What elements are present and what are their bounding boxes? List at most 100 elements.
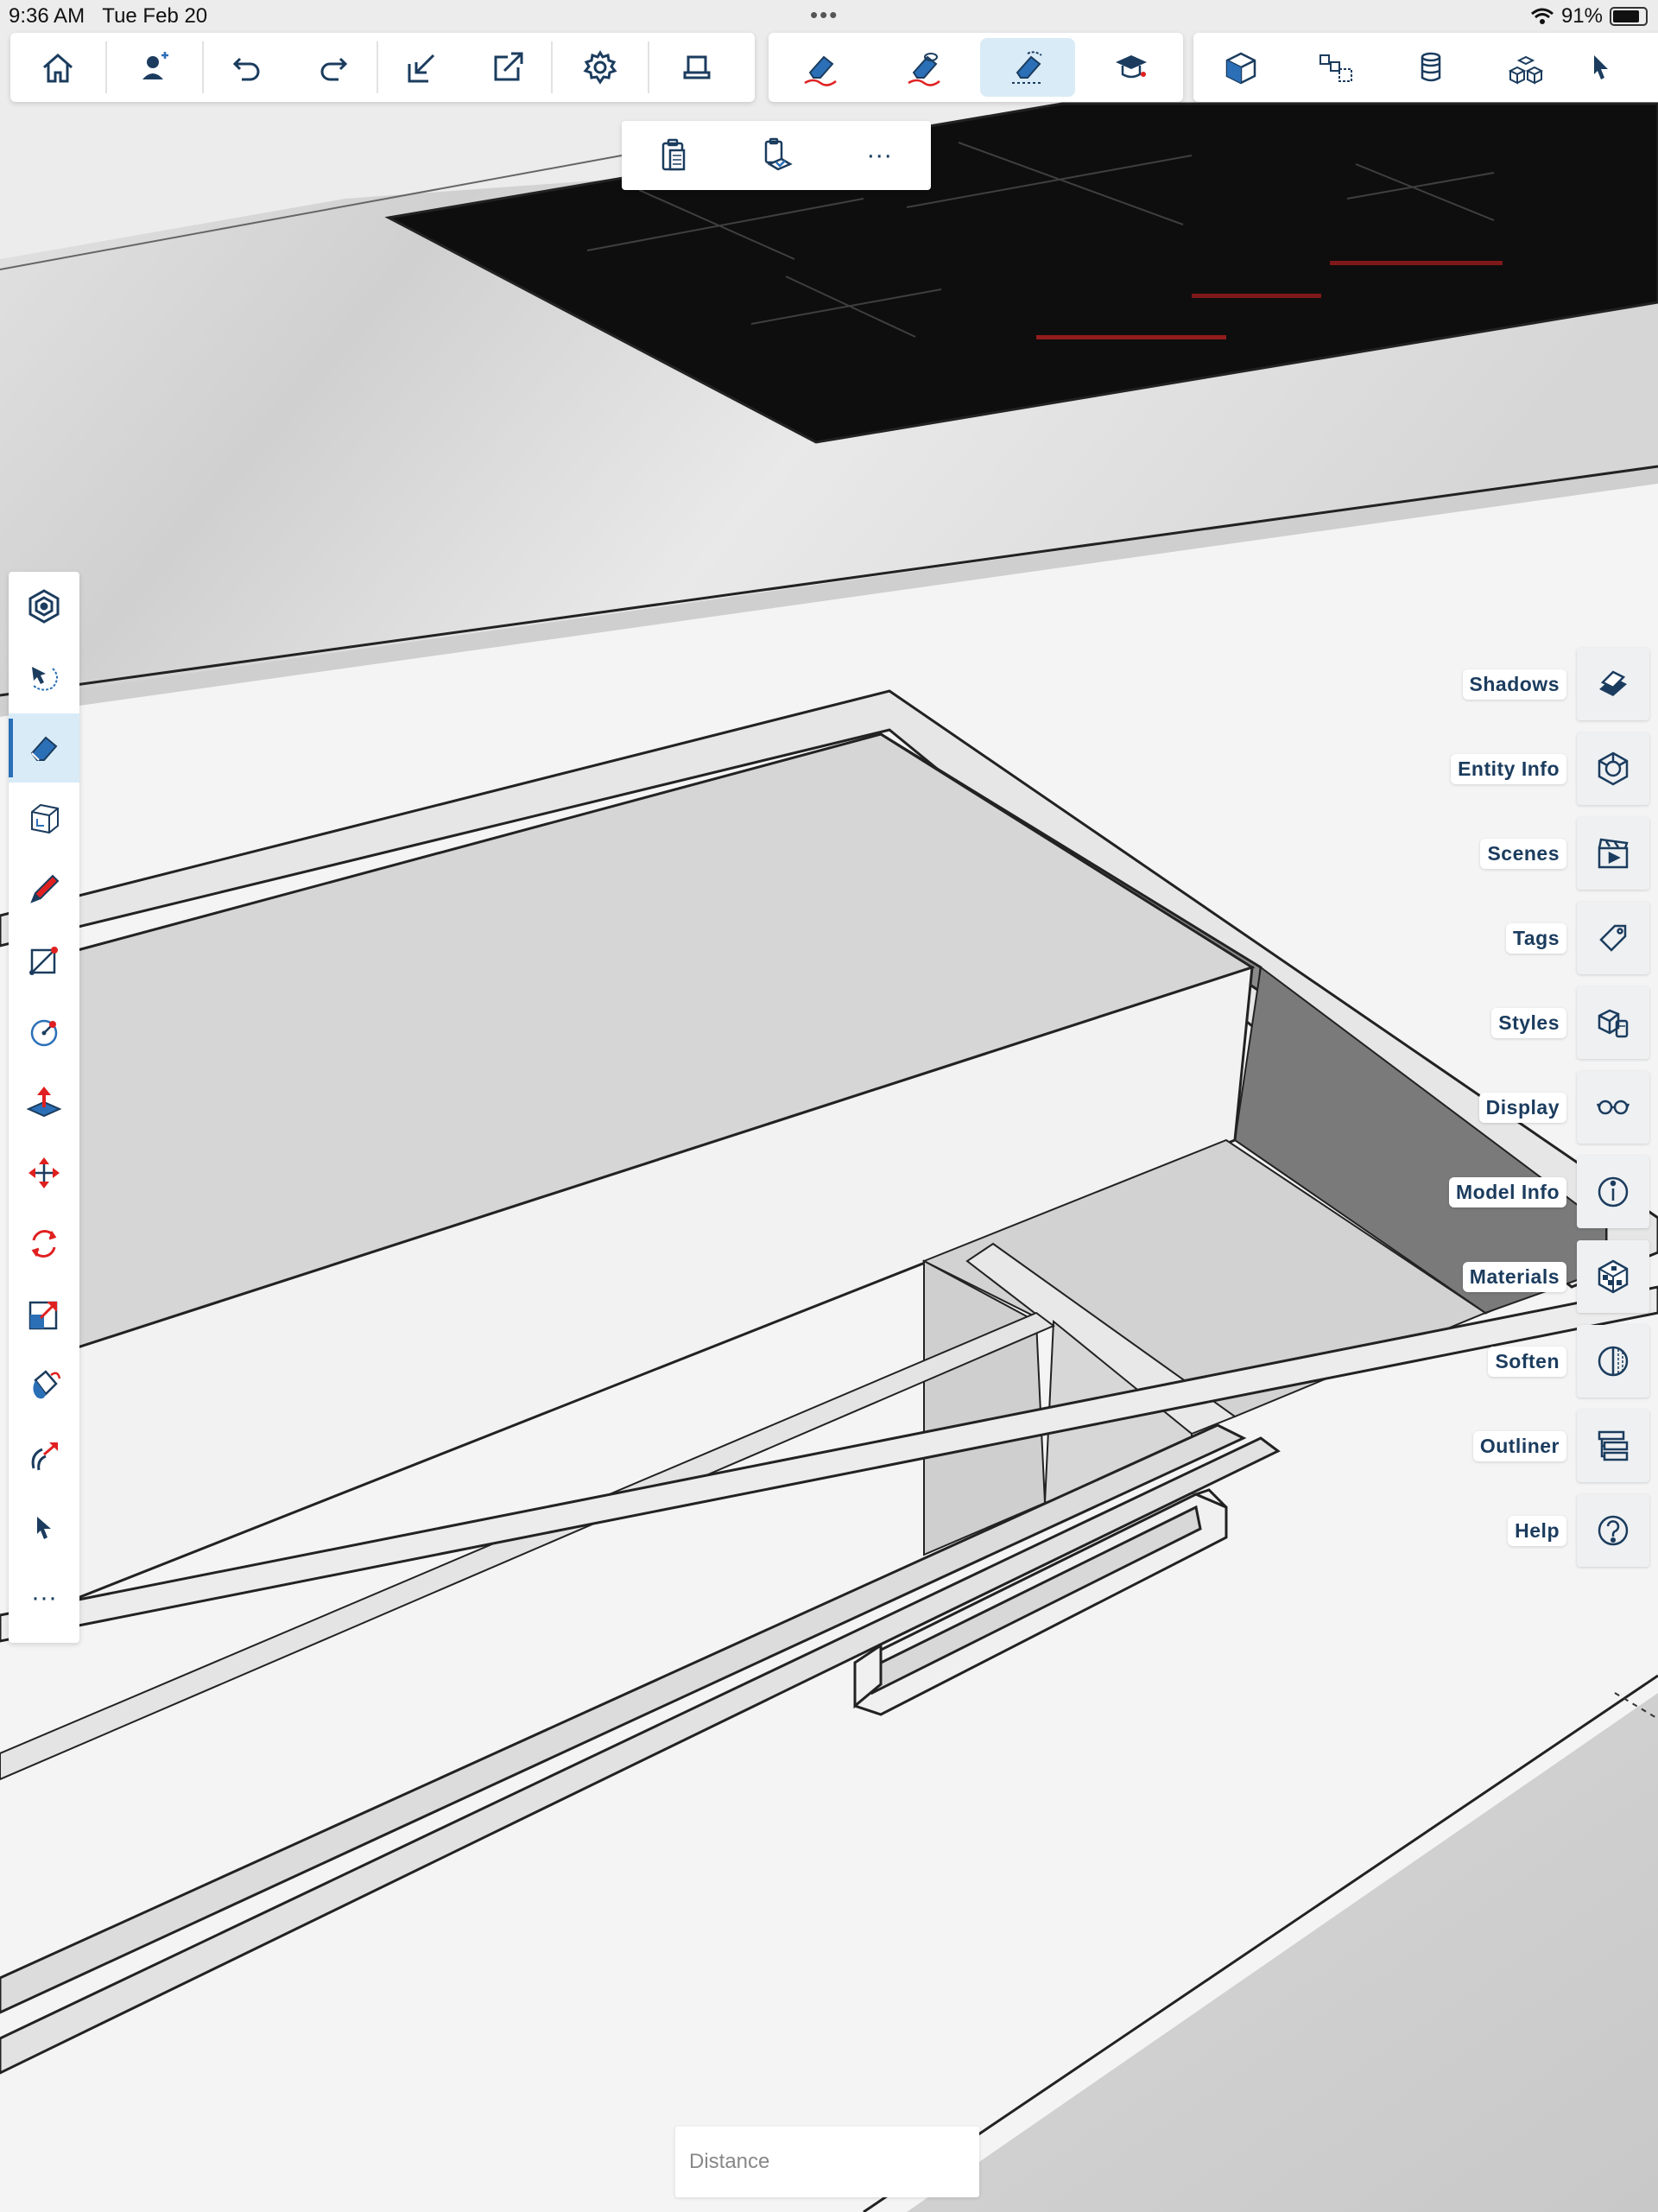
styles-button[interactable] [1577, 986, 1649, 1059]
sketchup-button[interactable] [9, 572, 79, 641]
erase-icon [804, 55, 837, 86]
entity-info-button[interactable] [1577, 732, 1649, 805]
model-viewport[interactable] [0, 0, 1658, 2212]
soften-erase-button[interactable] [980, 38, 1075, 97]
status-time: 9:36 AM [9, 4, 85, 28]
orbit-icon [32, 667, 58, 691]
eraser-tool-button[interactable] [9, 713, 79, 783]
follow-me-tool-button[interactable] [9, 1422, 79, 1491]
paste-in-place-icon [764, 137, 793, 171]
export-button[interactable] [465, 33, 551, 102]
settings-button[interactable] [553, 33, 648, 102]
tags-button[interactable] [1577, 902, 1649, 974]
status-bar: 9:36 AM Tue Feb 20 ••• 91% [0, 0, 1658, 31]
paste-button[interactable] [630, 121, 717, 190]
paste-icon [661, 138, 685, 171]
materials-icon [1598, 1259, 1629, 1294]
shadows-button[interactable] [1577, 648, 1649, 720]
home-button[interactable] [10, 33, 105, 102]
hide-icon [908, 53, 940, 86]
display-button[interactable] [1577, 1071, 1649, 1144]
soften-button[interactable] [1577, 1325, 1649, 1398]
paint-tool-button[interactable] [9, 1351, 79, 1420]
panel-display[interactable]: Display [1478, 1071, 1649, 1144]
move-tool-button[interactable] [9, 1138, 79, 1207]
panel-label: Outliner [1472, 1430, 1566, 1461]
status-date: Tue Feb 20 [102, 4, 208, 28]
learn-button[interactable] [1084, 33, 1179, 102]
distance-label: Distance [689, 2150, 770, 2173]
tags-icon [1599, 924, 1627, 952]
iso-view-button[interactable] [1193, 33, 1288, 102]
select-icon [37, 1517, 51, 1539]
undo-button[interactable] [204, 33, 290, 102]
materials-button[interactable] [1577, 1240, 1649, 1313]
scenes-button[interactable] [1577, 817, 1649, 890]
tray-button[interactable] [649, 33, 744, 102]
panel-model-info[interactable]: Model Info [1449, 1156, 1649, 1228]
rectangle-tool-button[interactable] [9, 926, 79, 995]
model-info-button[interactable] [1577, 1156, 1649, 1228]
box-tool-button[interactable] [9, 784, 79, 853]
erase-button[interactable] [773, 33, 868, 102]
panel-materials[interactable]: Materials [1462, 1240, 1649, 1313]
panel-scenes[interactable]: Scenes [1480, 817, 1649, 890]
panel-label: Scenes [1480, 838, 1566, 869]
box-icon [31, 803, 59, 834]
more-button[interactable]: ··· [836, 121, 922, 190]
model-info-icon [1598, 1176, 1629, 1207]
components-button[interactable] [1288, 33, 1383, 102]
measurements-box[interactable]: Distance [675, 2126, 979, 2197]
styles-icon [1598, 1009, 1629, 1038]
status-left: 9:36 AM Tue Feb 20 [9, 4, 219, 29]
import-icon [408, 54, 435, 83]
export-icon [494, 52, 523, 81]
push-pull-tool-button[interactable] [9, 1068, 79, 1137]
more-icon: ··· [31, 1583, 57, 1612]
scenes-icon [1598, 838, 1629, 869]
import-button[interactable] [378, 33, 465, 102]
panel-label: Entity Info [1451, 753, 1566, 784]
panel-styles[interactable]: Styles [1491, 986, 1649, 1059]
circle-tool-button[interactable] [9, 997, 79, 1066]
cubes-button[interactable] [1478, 33, 1573, 102]
entity-info-icon [1598, 751, 1629, 786]
outliner-button[interactable] [1577, 1410, 1649, 1482]
home-icon [43, 54, 73, 83]
add-user-button[interactable] [107, 33, 202, 102]
panel-shadows[interactable]: Shadows [1462, 648, 1649, 720]
more-icon: ··· [866, 141, 893, 169]
panel-entity-info[interactable]: Entity Info [1451, 732, 1649, 805]
sketchup-icon [28, 589, 60, 624]
rotate-tool-button[interactable] [9, 1209, 79, 1278]
push-pull-icon [26, 1087, 62, 1118]
pencil-tool-button[interactable] [9, 855, 79, 924]
battery-icon [1610, 7, 1648, 26]
paste-in-place-button[interactable] [733, 121, 820, 190]
multitask-dots[interactable]: ••• [810, 2, 838, 29]
cylinder-button[interactable] [1383, 33, 1478, 102]
help-button[interactable] [1577, 1494, 1649, 1567]
scale-tool-button[interactable] [9, 1280, 79, 1349]
help-icon [1598, 1515, 1629, 1546]
view-toolbar [1193, 33, 1658, 102]
orbit-button[interactable] [9, 643, 79, 712]
cursor-icon [1594, 55, 1608, 79]
rotate-icon [31, 1230, 57, 1258]
undo-icon [232, 57, 260, 81]
left-tool-palette: ··· [9, 572, 79, 1643]
redo-button[interactable] [290, 33, 377, 102]
paint-icon [33, 1370, 61, 1399]
panel-tags[interactable]: Tags [1506, 902, 1649, 974]
cursor-button[interactable] [1573, 33, 1625, 102]
panel-label: Shadows [1462, 669, 1566, 700]
select-tool-button[interactable] [9, 1493, 79, 1562]
settings-icon [583, 50, 617, 85]
panel-outliner[interactable]: Outliner [1472, 1410, 1649, 1482]
hide-button[interactable] [876, 33, 971, 102]
panel-help[interactable]: Help [1508, 1494, 1649, 1567]
panel-soften[interactable]: Soften [1488, 1325, 1649, 1398]
redo-icon [320, 57, 348, 81]
outliner-icon [1598, 1430, 1629, 1461]
palette-more-button[interactable]: ··· [9, 1563, 79, 1632]
